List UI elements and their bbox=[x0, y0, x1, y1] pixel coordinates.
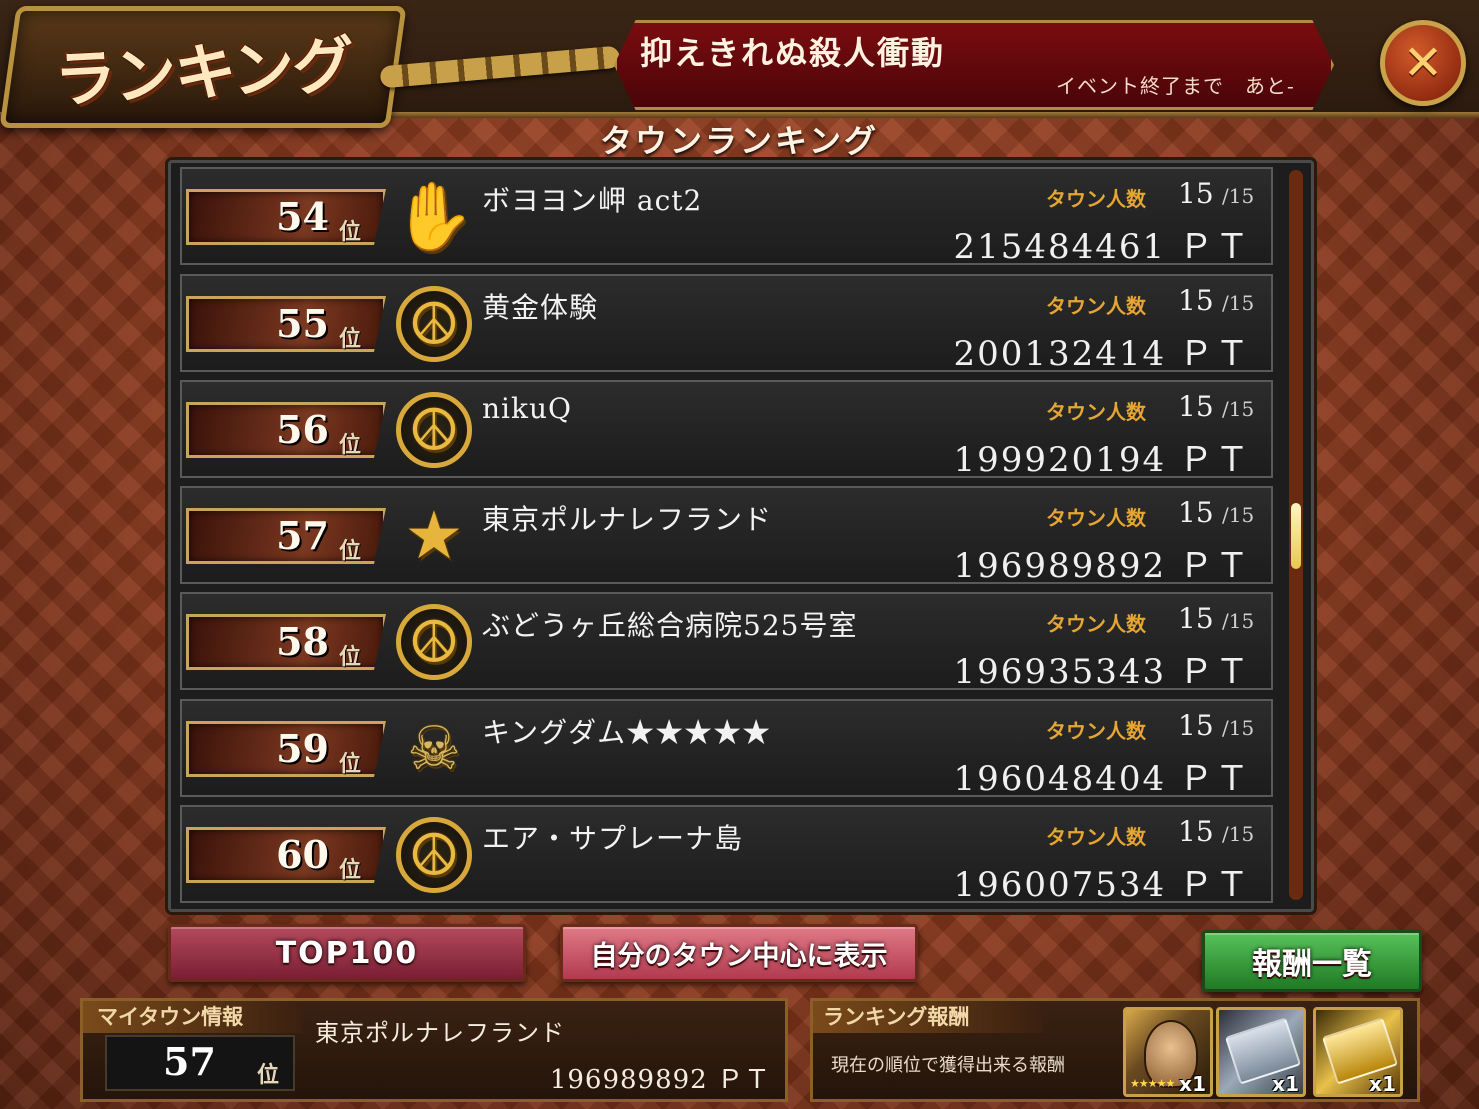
town-points: 200132414 ＰＴ bbox=[953, 334, 1251, 374]
members-max: /15 bbox=[1222, 822, 1255, 846]
town-points: 215484461 ＰＴ bbox=[953, 227, 1251, 267]
town-points: 199920194 ＰＴ bbox=[953, 440, 1251, 480]
close-button[interactable]: ✕ bbox=[1380, 20, 1466, 106]
ranking-reward-panel: ランキング報酬 現在の順位で獲得出来る報酬 ★★★★★ x1 x1 x1 bbox=[810, 998, 1420, 1102]
ranking-row[interactable]: 57 位 ★ 東京ポルナレフランド タウン人数 15 /15 196989892… bbox=[180, 486, 1273, 586]
town-name: 東京ポルナレフランド bbox=[482, 503, 773, 536]
my-rank-box: 57 位 bbox=[105, 1035, 295, 1091]
ranking-row[interactable]: 54 位 ✋ ボヨヨン岬 act2 タウン人数 15 /15 215484461… bbox=[180, 167, 1273, 267]
members-max: /15 bbox=[1222, 291, 1255, 315]
rank-suffix: 位 bbox=[338, 538, 361, 564]
my-town-header: マイタウン情報 bbox=[83, 1001, 303, 1033]
town-name: キングダム★★★★★ bbox=[482, 716, 772, 749]
members-label: タウン人数 bbox=[1046, 294, 1146, 318]
my-rank-number: 57 bbox=[163, 1039, 216, 1084]
members-max: /15 bbox=[1222, 609, 1255, 633]
event-remaining-time: イベント終了まで あと- bbox=[1056, 74, 1295, 98]
peace-icon: ☮ bbox=[396, 286, 472, 362]
rank-suffix: 位 bbox=[338, 751, 361, 777]
members-count: 15 bbox=[1178, 284, 1214, 317]
rank-number: 58 bbox=[276, 619, 329, 664]
ranking-logo: ランキング bbox=[0, 6, 407, 128]
rank-badge: 54 位 bbox=[186, 189, 386, 245]
rank-suffix: 位 bbox=[338, 326, 361, 352]
members-count: 15 bbox=[1178, 177, 1214, 210]
members-count: 15 bbox=[1178, 602, 1214, 635]
close-icon: ✕ bbox=[1402, 35, 1444, 91]
rank-number: 56 bbox=[276, 407, 329, 452]
rank-number: 55 bbox=[276, 301, 329, 346]
ranking-row[interactable]: 56 位 ☮ nikuQ タウン人数 15 /15 199920194 ＰＴ bbox=[180, 380, 1273, 480]
members-max: /15 bbox=[1222, 716, 1255, 740]
town-name: 黄金体験 bbox=[482, 291, 599, 324]
center-my-town-button[interactable]: 自分のタウン中心に表示 bbox=[560, 924, 918, 982]
my-rank-suffix: 位 bbox=[257, 1062, 280, 1088]
members-label: タウン人数 bbox=[1046, 612, 1146, 636]
town-points: 196935343 ＰＴ bbox=[953, 652, 1251, 692]
rank-badge: 57 位 bbox=[186, 508, 386, 564]
gold-ticket-reward[interactable]: x1 bbox=[1313, 1007, 1403, 1097]
ranking-row[interactable]: 55 位 ☮ 黄金体験 タウン人数 15 /15 200132414 ＰＴ bbox=[180, 274, 1273, 374]
rank-badge: 59 位 bbox=[186, 721, 386, 777]
rank-suffix: 位 bbox=[338, 432, 361, 458]
rank-number: 54 bbox=[276, 194, 329, 239]
members-max: /15 bbox=[1222, 397, 1255, 421]
members-count: 15 bbox=[1178, 496, 1214, 529]
top100-button[interactable]: TOP100 bbox=[168, 924, 526, 982]
skull-icon: ☠ bbox=[407, 714, 461, 784]
ranking-reward-header: ランキング報酬 bbox=[813, 1001, 1043, 1033]
my-town-name: 東京ポルナレフランド bbox=[315, 1019, 565, 1047]
members-count: 15 bbox=[1178, 815, 1214, 848]
town-points: 196989892 ＰＴ bbox=[953, 546, 1251, 586]
rank-badge: 58 位 bbox=[186, 614, 386, 670]
rank-suffix: 位 bbox=[338, 219, 361, 245]
members-label: タウン人数 bbox=[1046, 825, 1146, 849]
rank-number: 57 bbox=[276, 513, 329, 558]
peace-icon: ☮ bbox=[396, 817, 472, 893]
rank-number: 59 bbox=[276, 726, 329, 771]
town-name: ぶどうヶ丘総合病院525号室 bbox=[482, 609, 858, 642]
reward-quantity: x1 bbox=[1179, 1072, 1206, 1096]
members-label: タウン人数 bbox=[1046, 719, 1146, 743]
town-points: 196048404 ＰＴ bbox=[953, 759, 1251, 799]
ranking-row[interactable]: 60 位 ☮ エア・サプレーナ島 タウン人数 15 /15 196007534 … bbox=[180, 805, 1273, 905]
rarity-stars-icon: ★★★★★ bbox=[1130, 1077, 1175, 1090]
character-card-reward[interactable]: ★★★★★ x1 bbox=[1123, 1007, 1213, 1097]
reward-list-button[interactable]: 報酬一覧 bbox=[1202, 930, 1422, 992]
rank-badge: 60 位 bbox=[186, 827, 386, 883]
rank-badge: 56 位 bbox=[186, 402, 386, 458]
members-max: /15 bbox=[1222, 184, 1255, 208]
members-label: タウン人数 bbox=[1046, 400, 1146, 424]
reward-quantity: x1 bbox=[1272, 1072, 1299, 1096]
reward-quantity: x1 bbox=[1369, 1072, 1396, 1096]
town-name: ボヨヨン岬 act2 bbox=[482, 184, 703, 217]
members-label: タウン人数 bbox=[1046, 187, 1146, 211]
peace-icon: ☮ bbox=[396, 604, 472, 680]
my-town-points: 196989892 ＰＴ bbox=[549, 1065, 771, 1095]
ranking-row[interactable]: 58 位 ☮ ぶどうヶ丘総合病院525号室 タウン人数 15 /15 19693… bbox=[180, 592, 1273, 692]
peace-icon: ☮ bbox=[396, 392, 472, 468]
members-count: 15 bbox=[1178, 709, 1214, 742]
silver-ticket-reward[interactable]: x1 bbox=[1216, 1007, 1306, 1097]
scrollbar-thumb[interactable] bbox=[1291, 503, 1301, 569]
star-icon: ★ bbox=[404, 497, 464, 574]
town-name: エア・サプレーナ島 bbox=[482, 822, 744, 855]
ranking-logo-text: ランキング bbox=[52, 28, 355, 117]
members-count: 15 bbox=[1178, 390, 1214, 423]
ranking-row[interactable]: 59 位 ☠ キングダム★★★★★ タウン人数 15 /15 196048404… bbox=[180, 699, 1273, 799]
rank-number: 60 bbox=[276, 832, 329, 877]
rank-suffix: 位 bbox=[338, 644, 361, 670]
members-label: タウン人数 bbox=[1046, 506, 1146, 530]
town-points: 196007534 ＰＴ bbox=[953, 865, 1251, 905]
rank-suffix: 位 bbox=[338, 857, 361, 883]
town-name: nikuQ bbox=[482, 392, 572, 425]
my-town-panel: マイタウン情報 57 位 東京ポルナレフランド 196989892 ＰＴ bbox=[80, 998, 788, 1102]
section-title: タウンランキング bbox=[599, 122, 880, 160]
hand-icon: ✋ bbox=[392, 178, 476, 255]
members-max: /15 bbox=[1222, 503, 1255, 527]
ranking-reward-description: 現在の順位で獲得出来る報酬 bbox=[831, 1055, 1065, 1076]
event-title: 抑えきれぬ殺人衝動 bbox=[640, 34, 946, 72]
rank-badge: 55 位 bbox=[186, 296, 386, 352]
